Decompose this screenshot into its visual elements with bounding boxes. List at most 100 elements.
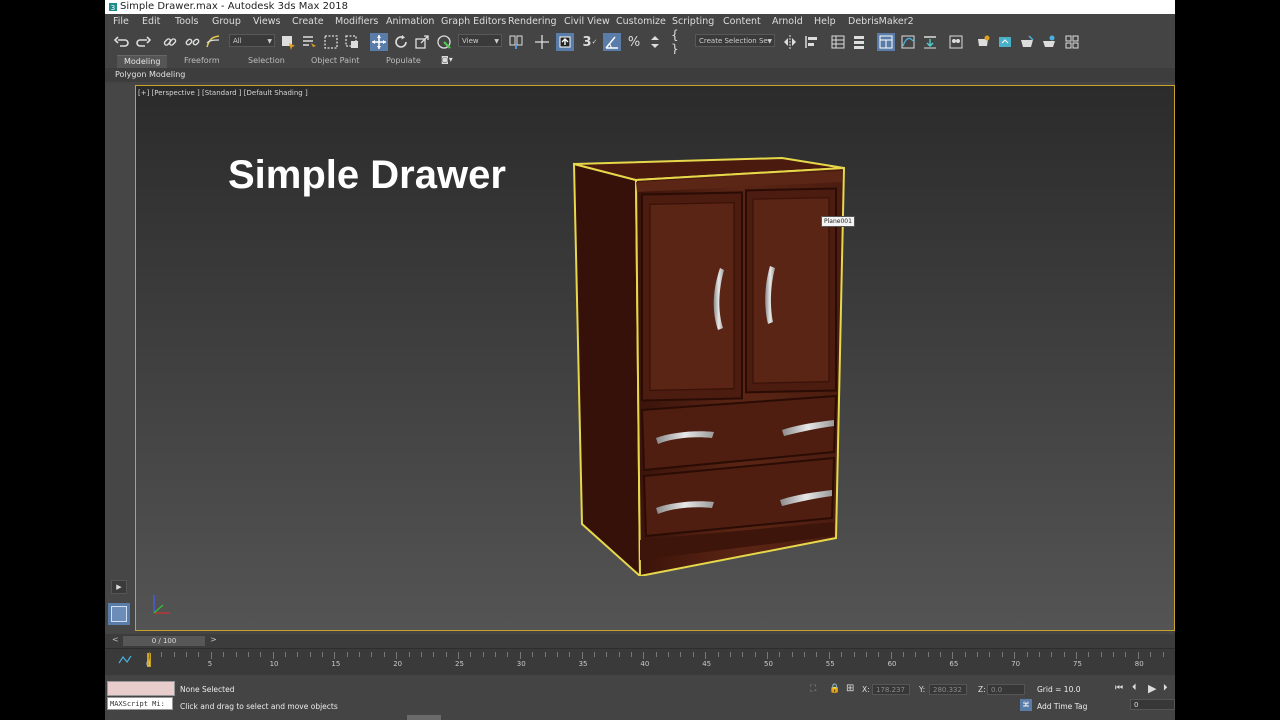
- select-and-place-icon[interactable]: [435, 33, 453, 51]
- render-setup-icon[interactable]: [974, 33, 992, 51]
- next-key-icon[interactable]: ⏵: [1163, 683, 1168, 693]
- expand-layout-icon[interactable]: ▶: [111, 580, 127, 594]
- menu-arnold[interactable]: Arnold: [772, 14, 803, 30]
- cabinet-model[interactable]: [572, 152, 862, 576]
- menu-customize[interactable]: Customize: [616, 14, 666, 30]
- link-icon[interactable]: [161, 33, 179, 51]
- pivot-center-icon[interactable]: [507, 33, 525, 51]
- tab-selection[interactable]: Selection: [241, 55, 292, 67]
- frame-tick-label: 40: [640, 660, 650, 668]
- menu-civil-view[interactable]: Civil View: [564, 14, 610, 30]
- isolate-selection-icon[interactable]: ⛶: [810, 684, 816, 694]
- next-frame-button[interactable]: >: [210, 635, 217, 644]
- percent-snap-icon[interactable]: %: [625, 33, 643, 51]
- select-by-name-icon[interactable]: [300, 33, 318, 51]
- select-object-icon[interactable]: [279, 33, 297, 51]
- frame-tick-mark: [779, 652, 781, 657]
- angle-snap-icon[interactable]: [603, 33, 621, 51]
- prev-frame-button[interactable]: <: [112, 635, 119, 644]
- menu-group[interactable]: Group: [212, 14, 241, 30]
- tab-object-paint[interactable]: Object Paint: [304, 55, 366, 67]
- menu-tools[interactable]: Tools: [175, 14, 198, 30]
- current-frame-field[interactable]: 0: [1130, 699, 1175, 710]
- unlink-icon[interactable]: [183, 33, 201, 51]
- spinner-snap-icon[interactable]: [646, 33, 664, 51]
- align-icon[interactable]: [803, 33, 821, 51]
- toolbar-grid-icon[interactable]: [1063, 33, 1081, 51]
- render-production-icon[interactable]: [1018, 33, 1036, 51]
- edit-named-selection-icon[interactable]: { }: [671, 28, 689, 56]
- window-crossing-icon[interactable]: [343, 33, 361, 51]
- frame-tick-label: 70: [1011, 660, 1021, 668]
- menu-create[interactable]: Create: [292, 14, 324, 30]
- time-tag-icon[interactable]: ⌘: [1020, 699, 1032, 711]
- go-to-start-icon[interactable]: ⏮: [1115, 683, 1123, 693]
- menu-file[interactable]: File: [113, 14, 129, 30]
- track-bar[interactable]: 0 5 10 15 20 25 30 35 40 45 50 55 60 65 70 75 80: [105, 648, 1175, 675]
- rendered-frame-window-icon[interactable]: [996, 33, 1014, 51]
- absolute-mode-icon[interactable]: ⊞: [846, 683, 854, 694]
- tab-freeform[interactable]: Freeform: [177, 55, 227, 67]
- bottom-scroll-thumb[interactable]: [407, 715, 441, 720]
- scene-explorer-icon[interactable]: [829, 33, 847, 51]
- z-coordinate-field[interactable]: 0.0: [987, 684, 1025, 695]
- time-slider[interactable]: 0 / 100: [123, 636, 205, 646]
- x-coordinate-label: X:: [862, 685, 870, 694]
- ribbon-options-icon[interactable]: ◙▾: [441, 55, 453, 64]
- select-and-scale-icon[interactable]: [413, 33, 431, 51]
- select-and-move-icon[interactable]: [370, 33, 388, 51]
- frame-tick-label: 65: [949, 660, 959, 668]
- time-slider-bar: < 0 / 100 >: [105, 634, 1175, 648]
- redo-icon[interactable]: [134, 33, 152, 51]
- frame-tick-mark: [507, 652, 509, 657]
- select-and-rotate-icon[interactable]: [392, 33, 410, 51]
- menu-content[interactable]: Content: [723, 14, 761, 30]
- add-time-tag[interactable]: Add Time Tag: [1037, 702, 1087, 711]
- reference-coordinate-dropdown[interactable]: View ▼: [458, 34, 502, 47]
- snaps-toggle-icon[interactable]: 3 ✓: [581, 33, 599, 51]
- undo-icon[interactable]: [113, 33, 131, 51]
- menu-rendering[interactable]: Rendering: [508, 14, 557, 30]
- viewport-layout-tab[interactable]: [108, 603, 130, 625]
- menu-help[interactable]: Help: [814, 14, 836, 30]
- menu-animation[interactable]: Animation: [386, 14, 434, 30]
- maxscript-mini-listener[interactable]: MAXScript Mi:: [107, 697, 173, 710]
- menu-views[interactable]: Views: [253, 14, 281, 30]
- named-selection-set-dropdown[interactable]: Create Selection Se ▼: [695, 34, 775, 47]
- select-manipulate-icon[interactable]: [533, 33, 551, 51]
- frame-tick-mark: [198, 652, 200, 657]
- keyboard-shortcut-override-icon[interactable]: [556, 33, 574, 51]
- schematic-view-icon[interactable]: [921, 33, 939, 51]
- toggle-ribbon-icon[interactable]: [877, 33, 895, 51]
- polygon-modeling-panel[interactable]: Polygon Modeling: [105, 68, 1175, 82]
- menu-edit[interactable]: Edit: [142, 14, 160, 30]
- bind-space-warp-icon[interactable]: [204, 33, 222, 51]
- curve-editor-icon[interactable]: [899, 33, 917, 51]
- x-coordinate-field[interactable]: 178.237: [872, 684, 910, 695]
- menu-debrismaker2[interactable]: DebrisMaker2: [848, 14, 914, 30]
- perspective-viewport[interactable]: [+] [Perspective ] [Standard ] [Default …: [135, 85, 1175, 631]
- frame-tick-label: 0: [146, 660, 151, 668]
- curve-editor-mini-icon[interactable]: [118, 655, 132, 665]
- previous-key-icon[interactable]: ⏴: [1132, 683, 1137, 693]
- render-in-cloud-icon[interactable]: [1040, 33, 1058, 51]
- rectangular-selection-icon[interactable]: [322, 33, 340, 51]
- viewport-label[interactable]: [+] [Perspective ] [Standard ] [Default …: [138, 89, 308, 97]
- selection-filter-dropdown[interactable]: All ▼: [229, 34, 275, 47]
- y-coordinate-field[interactable]: 280.332: [929, 684, 967, 695]
- material-editor-icon[interactable]: [947, 33, 965, 51]
- selection-lock-icon[interactable]: 🔒: [829, 684, 840, 694]
- menu-modifiers[interactable]: Modifiers: [335, 14, 378, 30]
- layer-explorer-icon[interactable]: [850, 33, 868, 51]
- frame-tick-mark: [458, 652, 459, 659]
- frame-tick-mark: [902, 652, 904, 657]
- menu-graph-editors[interactable]: Graph Editors: [441, 14, 506, 30]
- play-icon[interactable]: ▶: [1148, 682, 1156, 695]
- tab-populate[interactable]: Populate: [379, 55, 428, 67]
- mirror-icon[interactable]: [781, 33, 799, 51]
- frame-tick-mark: [593, 652, 595, 657]
- tab-modeling[interactable]: Modeling: [117, 55, 168, 68]
- frame-tick-mark: [1137, 652, 1139, 659]
- frame-tick-mark: [445, 652, 447, 657]
- maxscript-listener-input[interactable]: [107, 681, 175, 696]
